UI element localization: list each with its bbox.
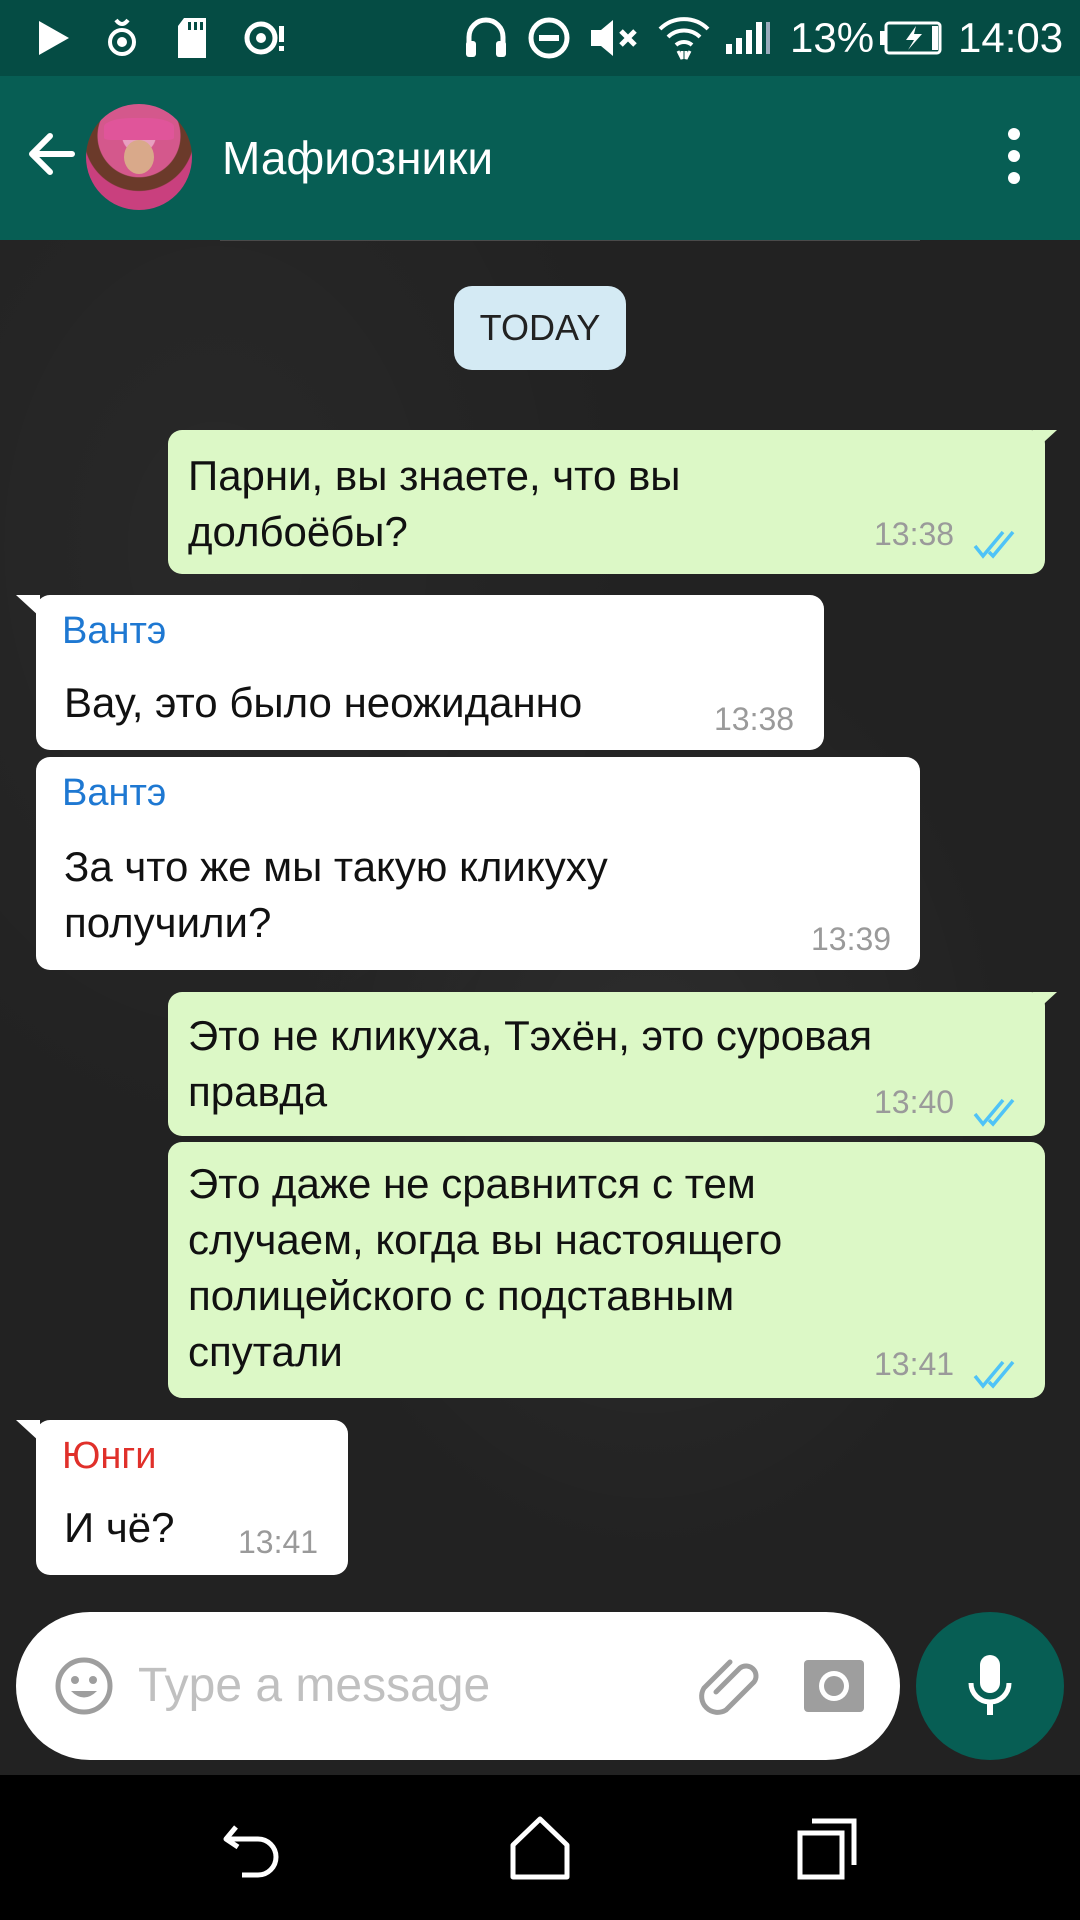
chat-area[interactable]: TODAY Парни, вы знаете, что вы долбоёбы?… [0,240,1080,1775]
more-vert-icon[interactable] [1000,126,1028,186]
chat-title[interactable]: Мафиозники [222,126,493,190]
avatar[interactable] [86,104,192,210]
hotspot-icon [100,12,144,64]
clock: 14:03 [958,14,1064,61]
message-time: 13:39 [811,921,892,957]
status-bar: 13% 14:03 [0,0,1080,76]
battery-icon [876,12,946,64]
message-sender: Юнги [62,1435,157,1477]
battery-percent: 13% [790,14,875,61]
message-text: Вау, это было неожиданно [64,679,583,726]
double-check-icon [973,1086,1023,1127]
back-nav-icon[interactable] [218,1813,288,1883]
do-not-disturb-icon [526,12,572,64]
message-outgoing[interactable]: Парни, вы знаете, что вы долбоёбы? 13:38 [168,430,1057,574]
emoji-icon[interactable] [54,1656,114,1716]
message-outgoing[interactable]: Это не кликуха, Тэхён, это суровая правд… [168,992,1057,1136]
message-sender: Вантэ [62,772,167,814]
message-incoming[interactable]: Вантэ За что же мы такую кликуху получил… [36,757,920,970]
signal-icon [722,12,772,64]
date-divider: TODAY [454,286,626,370]
message-text: За что же мы такую кликуху получили? [64,843,608,946]
message-time: 13:40 [874,1084,955,1120]
wifi-icon [656,12,712,64]
message-time: 13:41 [238,1524,319,1560]
message-incoming[interactable]: Юнги И чё? 13:41 [16,1420,348,1575]
message-time: 13:38 [714,701,795,737]
home-nav-icon[interactable] [505,1813,575,1883]
message-sender: Вантэ [62,610,167,652]
play-icon [34,12,74,64]
message-text: Это даже не сравнится с тем случаем, ког… [188,1160,783,1375]
message-composer[interactable]: Type a message [16,1612,900,1760]
double-check-icon [973,518,1023,559]
message-text: Это не кликуха, Тэхён, это суровая правд… [188,1012,873,1115]
double-check-icon [973,1348,1023,1389]
chat-header: Мафиозники [0,76,1080,240]
mic-icon [968,1655,1012,1715]
message-text: Парни, вы знаете, что вы долбоёбы? [188,452,681,555]
mic-button[interactable] [916,1612,1064,1760]
message-outgoing[interactable]: Это даже не сравнится с тем случаем, ког… [168,1142,1045,1398]
message-incoming[interactable]: Вантэ Вау, это было неожиданно 13:38 [16,595,824,750]
navigation-bar [0,1775,1080,1920]
mute-icon [586,12,642,64]
message-text: И чё? [64,1504,175,1551]
paperclip-icon[interactable] [696,1652,766,1722]
sync-icon [240,12,292,64]
message-time: 13:38 [874,516,955,552]
message-time: 13:41 [874,1346,955,1382]
arrow-back-icon[interactable] [24,126,80,182]
header-divider [220,240,920,241]
sd-card-icon [174,12,210,64]
recents-nav-icon[interactable] [792,1813,862,1883]
headphones-icon [462,12,510,64]
message-input[interactable]: Type a message [138,1656,490,1716]
camera-icon[interactable] [802,1656,866,1716]
